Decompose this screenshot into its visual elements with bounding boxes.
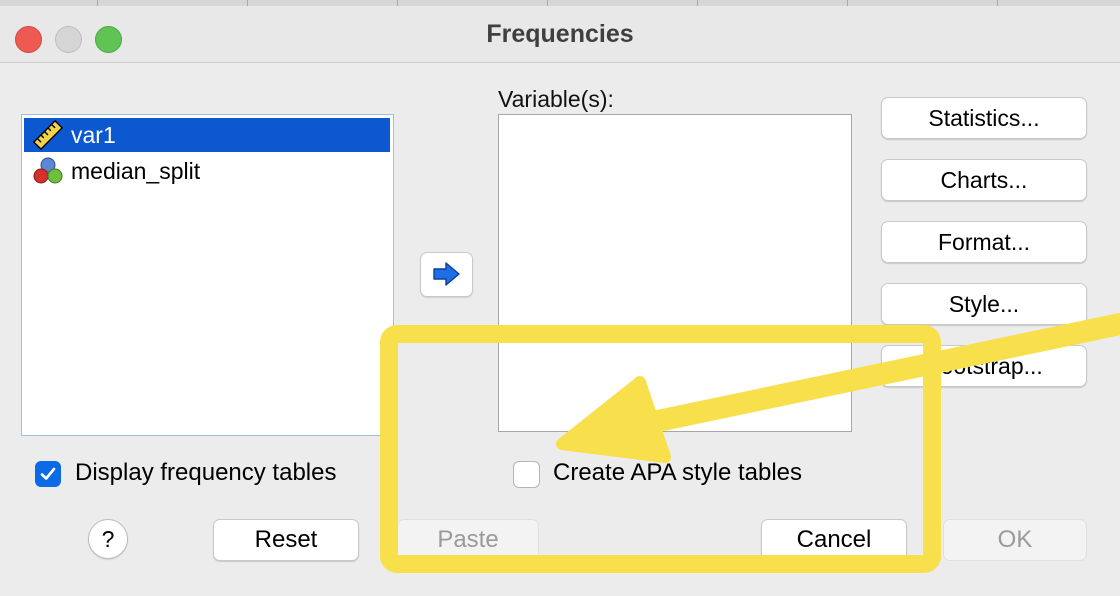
- move-to-variables-button[interactable]: [420, 252, 473, 297]
- list-item-median-split[interactable]: median_split: [24, 154, 390, 188]
- list-item-label: median_split: [71, 158, 201, 184]
- source-variable-list[interactable]: var1 median_split: [21, 114, 394, 436]
- display-frequency-tables-label: Display frequency tables: [75, 459, 337, 486]
- display-frequency-tables-checkbox[interactable]: [35, 461, 61, 487]
- cancel-button[interactable]: Cancel: [761, 519, 907, 561]
- move-right-arrow-icon: [433, 262, 460, 286]
- window-title: Frequencies: [486, 20, 634, 48]
- create-apa-style-tables-option[interactable]: Create APA style tables: [513, 459, 853, 491]
- charts-button[interactable]: Charts...: [881, 159, 1087, 201]
- create-apa-style-tables-checkbox[interactable]: [513, 461, 540, 488]
- variables-label: Variable(s):: [498, 86, 614, 112]
- statistics-button[interactable]: Statistics...: [881, 97, 1087, 139]
- list-item-var1[interactable]: var1: [24, 118, 390, 152]
- checkmark-icon: [40, 467, 56, 480]
- target-variable-list[interactable]: [498, 114, 852, 432]
- scale-ruler-icon: [32, 119, 64, 151]
- title-bar: Frequencies: [0, 6, 1120, 63]
- ok-button[interactable]: OK: [943, 519, 1087, 561]
- nominal-balls-icon: [32, 156, 64, 186]
- create-apa-style-tables-label: Create APA style tables: [553, 459, 803, 486]
- help-button[interactable]: ?: [88, 519, 128, 559]
- bootstrap-button[interactable]: Bootstrap...: [881, 345, 1087, 387]
- style-button[interactable]: Style...: [881, 283, 1087, 325]
- reset-button[interactable]: Reset: [213, 519, 359, 561]
- paste-button[interactable]: Paste: [397, 519, 539, 561]
- display-frequency-tables-option[interactable]: Display frequency tables: [35, 459, 385, 491]
- list-item-label: var1: [71, 122, 116, 148]
- format-button[interactable]: Format...: [881, 221, 1087, 263]
